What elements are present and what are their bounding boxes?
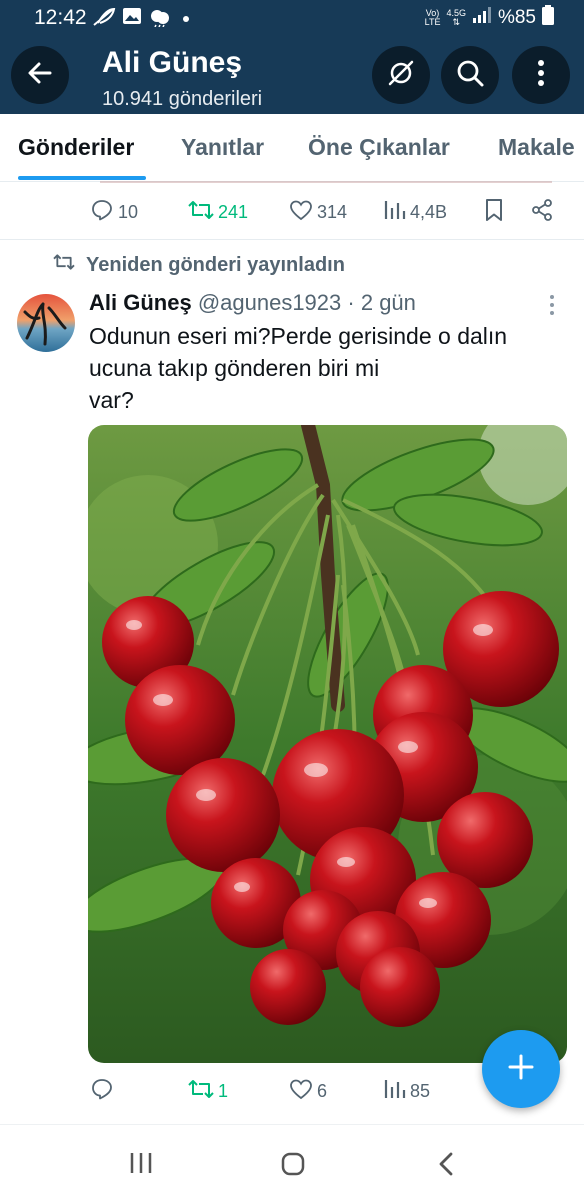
- search-icon: [455, 58, 485, 93]
- network-label-bottom: LTE: [424, 17, 441, 27]
- more-vertical-icon: [548, 295, 556, 320]
- heart-icon: [289, 199, 313, 226]
- repost-icon: [188, 198, 214, 227]
- post-text: Odunun eseri mi?Perde gerisinde o dalın …: [89, 320, 559, 416]
- profile-header: Ali Güneş 10.941 gönderileri: [0, 34, 584, 114]
- status-bar: 12:42 Vo) LTE 4.5G ⇅ %85: [0, 0, 584, 34]
- profile-name: Ali Güneş: [102, 46, 243, 79]
- bookmark-icon: [484, 198, 504, 227]
- signal-icon: [472, 6, 492, 30]
- share-button[interactable]: [530, 192, 554, 232]
- repost-small-icon: [52, 252, 76, 278]
- reply-count: 10: [118, 201, 139, 222]
- meta-separator: ·: [347, 290, 355, 315]
- battery-percent: %85: [497, 7, 536, 28]
- back-button[interactable]: [11, 46, 69, 104]
- reply-button[interactable]: 10: [90, 192, 138, 232]
- weather-icon: [148, 7, 172, 32]
- views-button[interactable]: 85: [384, 1071, 430, 1111]
- avatar[interactable]: [17, 294, 75, 352]
- like-count: 314: [317, 201, 348, 222]
- hidden-visibility-button[interactable]: [372, 46, 430, 104]
- tab-replies[interactable]: Yanıtlar: [181, 134, 264, 161]
- repost-button[interactable]: 241: [188, 192, 248, 232]
- post-text-line: var?: [89, 387, 134, 413]
- more-vertical-icon: [537, 59, 545, 92]
- search-button[interactable]: [441, 46, 499, 104]
- post-text-line: ucuna takıp gönderen biri mi: [89, 355, 380, 381]
- recent-apps-icon: [128, 1153, 154, 1179]
- post-image[interactable]: [88, 425, 567, 1063]
- post-header: Ali Güneş @agunes1923 · 2 gün: [89, 290, 416, 316]
- notification-dot-icon: [182, 10, 190, 28]
- plus-icon: [507, 1053, 535, 1086]
- views-count: 85: [410, 1080, 431, 1101]
- views-chart-icon: [384, 1078, 406, 1105]
- like-button[interactable]: 314: [289, 192, 347, 232]
- post-divider: [0, 239, 584, 240]
- author-handle[interactable]: @agunes1923: [198, 290, 341, 315]
- author-name[interactable]: Ali Güneş: [89, 290, 192, 315]
- like-button[interactable]: 6: [289, 1071, 327, 1111]
- repost-icon: [188, 1077, 214, 1106]
- tab-articles[interactable]: Makale: [498, 134, 575, 161]
- tab-highlights[interactable]: Öne Çıkanlar: [308, 134, 450, 161]
- status-time: 12:42: [34, 6, 87, 29]
- eye-off-icon: [385, 57, 417, 94]
- repost-count: 241: [218, 201, 249, 222]
- previous-post-actions: 10 241 314 4,4B: [0, 192, 584, 232]
- views-chart-icon: [384, 199, 406, 226]
- views-button[interactable]: 4,4B: [384, 192, 447, 232]
- post-text-line: Odunun eseri mi?Perde gerisinde o dalın: [89, 323, 508, 349]
- repost-count: 1: [218, 1080, 229, 1101]
- feather-icon: [92, 7, 116, 32]
- reply-icon: [90, 198, 114, 227]
- battery-icon: [542, 5, 554, 31]
- repost-indicator: Yeniden gönderi yayınladın: [52, 252, 345, 278]
- share-icon: [530, 198, 554, 227]
- recent-apps-button[interactable]: [128, 1151, 154, 1180]
- profile-tabs: Gönderiler Yanıtlar Öne Çıkanlar Makale: [0, 114, 584, 182]
- repost-button[interactable]: 1: [188, 1071, 228, 1111]
- like-count: 6: [317, 1080, 328, 1101]
- post-time: 2 gün: [360, 290, 416, 315]
- repost-label: Yeniden gönderi yayınladın: [86, 253, 345, 276]
- previous-post-media-edge: [100, 181, 552, 183]
- reply-icon: [90, 1077, 114, 1106]
- bookmark-button[interactable]: [484, 192, 504, 232]
- system-navigation-bar: [0, 1124, 584, 1200]
- more-options-button[interactable]: [512, 46, 570, 104]
- home-icon: [280, 1152, 306, 1181]
- system-back-button[interactable]: [436, 1151, 456, 1182]
- views-count: 4,4B: [410, 201, 448, 222]
- reply-button[interactable]: [90, 1071, 118, 1111]
- heart-icon: [289, 1078, 313, 1105]
- arrow-left-icon: [26, 59, 54, 92]
- active-tab-indicator: [18, 176, 146, 180]
- tab-posts[interactable]: Gönderiler: [18, 134, 134, 161]
- gallery-icon: [122, 7, 142, 30]
- post-more-button[interactable]: [548, 294, 556, 321]
- home-button[interactable]: [280, 1151, 306, 1182]
- data-arrows-icon: ⇅: [452, 17, 460, 27]
- chevron-left-icon: [436, 1152, 456, 1181]
- post-count: 10.941 gönderileri: [102, 88, 263, 110]
- compose-button[interactable]: [482, 1030, 560, 1108]
